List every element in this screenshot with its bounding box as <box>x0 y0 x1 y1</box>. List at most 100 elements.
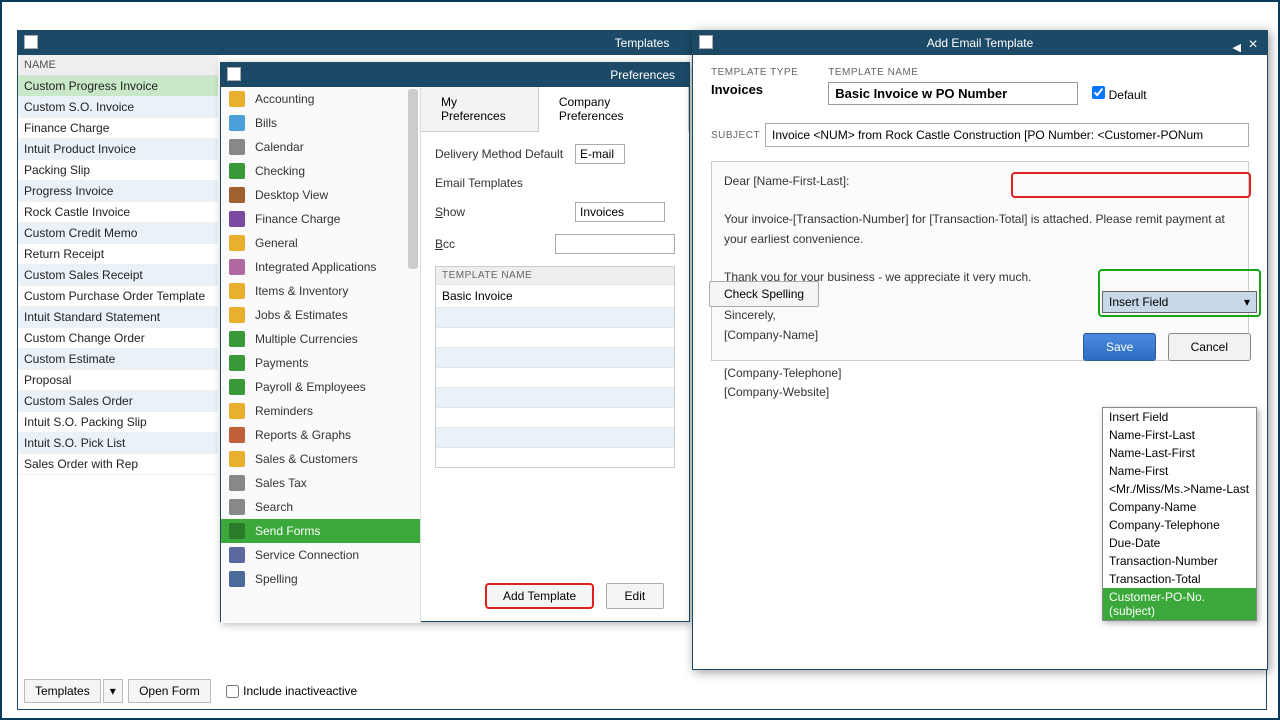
edit-button[interactable]: Edit <box>606 583 665 609</box>
default-checkbox-wrap[interactable]: Default <box>1092 86 1146 102</box>
add-template-button[interactable]: Add Template <box>485 583 594 609</box>
template-grid-row[interactable] <box>436 307 674 327</box>
calendar-icon <box>229 139 245 155</box>
sidebar-item-spelling[interactable]: Spelling <box>221 567 420 591</box>
delivery-method-select[interactable] <box>575 144 625 164</box>
sidebar-item-bills[interactable]: Bills <box>221 111 420 135</box>
sidebar-item-jobs-estimates[interactable]: Jobs & Estimates <box>221 303 420 327</box>
template-row[interactable]: Custom Sales Order <box>18 391 218 412</box>
sidebar-item-finance-charge[interactable]: Finance Charge <box>221 207 420 231</box>
bcc-label: Bcc <box>435 237 555 251</box>
sidebar-item-checking[interactable]: Checking <box>221 159 420 183</box>
templates-menu-caret[interactable]: ▾ <box>103 679 123 703</box>
template-row[interactable]: Proposal <box>18 370 218 391</box>
sidebar-item-accounting[interactable]: Accounting <box>221 87 420 111</box>
insert-field-combobox[interactable]: Insert Field ▾ <box>1102 291 1257 313</box>
sidebar-item-sales-tax[interactable]: Sales Tax <box>221 471 420 495</box>
template-grid-row[interactable] <box>436 387 674 407</box>
sidebar-item-sales-customers[interactable]: Sales & Customers <box>221 447 420 471</box>
template-grid-row[interactable] <box>436 427 674 447</box>
subject-input[interactable] <box>765 123 1249 147</box>
desktop-icon <box>229 187 245 203</box>
template-row[interactable]: Custom Change Order <box>18 328 218 349</box>
sidebar-item-items-inventory[interactable]: Items & Inventory <box>221 279 420 303</box>
bcc-input[interactable] <box>555 234 675 254</box>
sidebar-item-multiple-currencies[interactable]: Multiple Currencies <box>221 327 420 351</box>
template-grid-row[interactable] <box>436 447 674 467</box>
default-checkbox[interactable] <box>1092 86 1105 99</box>
template-row[interactable]: Custom S.O. Invoice <box>18 97 218 118</box>
dropdown-option[interactable]: Company-Name <box>1103 498 1256 516</box>
sidebar-item-general[interactable]: General <box>221 231 420 255</box>
show-select[interactable] <box>575 202 665 222</box>
insert-field-dropdown[interactable]: Insert Field Name-First-Last Name-Last-F… <box>1102 407 1257 621</box>
template-row[interactable]: Custom Progress Invoice <box>18 76 218 97</box>
save-button[interactable]: Save <box>1083 333 1156 361</box>
insert-field-label: Insert Field <box>1109 295 1168 309</box>
restore-icon[interactable] <box>24 35 38 49</box>
dropdown-option[interactable]: <Mr./Miss/Ms.>Name-Last <box>1103 480 1256 498</box>
email-body-textarea[interactable]: Dear [Name-First-Last]: Your invoice-[Tr… <box>711 161 1249 361</box>
template-row[interactable]: Custom Sales Receipt <box>18 265 218 286</box>
template-grid-row[interactable] <box>436 347 674 367</box>
template-row[interactable]: Return Receipt <box>18 244 218 265</box>
template-row[interactable]: Packing Slip <box>18 160 218 181</box>
scrollbar-thumb[interactable] <box>408 89 418 269</box>
template-row[interactable]: Intuit Standard Statement <box>18 307 218 328</box>
dropdown-option[interactable]: Transaction-Total <box>1103 570 1256 588</box>
dropdown-option[interactable]: Name-First <box>1103 462 1256 480</box>
sidebar-item-integrated-applications[interactable]: Integrated Applications <box>221 255 420 279</box>
add-email-template-window: Add Email Template ◀ × TEMPLATE TYPE Inv… <box>692 30 1268 670</box>
sidebar-item-service-connection[interactable]: Service Connection <box>221 543 420 567</box>
email-templates-label: Email Templates <box>435 176 575 190</box>
restore-icon[interactable] <box>699 35 713 49</box>
template-grid-row[interactable] <box>436 327 674 347</box>
close-icon[interactable]: × <box>1245 33 1261 57</box>
template-row[interactable]: Sales Order with Rep <box>18 454 218 475</box>
sidebar-item-reminders[interactable]: Reminders <box>221 399 420 423</box>
sidebar-item-reports-graphs[interactable]: Reports & Graphs <box>221 423 420 447</box>
template-row[interactable]: Intuit S.O. Packing Slip <box>18 412 218 433</box>
sidebar-item-desktop-view[interactable]: Desktop View <box>221 183 420 207</box>
cancel-button[interactable]: Cancel <box>1168 333 1251 361</box>
dropdown-option-selected[interactable]: Customer-PO-No. (subject) <box>1103 588 1256 620</box>
template-row[interactable]: Finance Charge <box>18 118 218 139</box>
tab-company-preferences[interactable]: Company Preferences <box>539 87 689 132</box>
dropdown-option[interactable]: Name-First-Last <box>1103 426 1256 444</box>
checking-icon <box>229 163 245 179</box>
sidebar-item-calendar[interactable]: Calendar <box>221 135 420 159</box>
preferences-sidebar: Accounting Bills Calendar Checking Deskt… <box>221 87 421 623</box>
template-row[interactable]: Custom Estimate <box>18 349 218 370</box>
template-grid-row[interactable] <box>436 407 674 427</box>
dropdown-option[interactable]: Company-Telephone <box>1103 516 1256 534</box>
template-grid-row[interactable]: Basic Invoice <box>436 284 674 307</box>
template-row[interactable]: Intuit S.O. Pick List <box>18 433 218 454</box>
template-row[interactable]: Custom Purchase Order Template <box>18 286 218 307</box>
sidebar-item-search[interactable]: Search <box>221 495 420 519</box>
templates-menu-button[interactable]: Templates <box>24 679 101 703</box>
restore-icon[interactable] <box>227 67 241 81</box>
template-type-value: Invoices <box>711 82 798 97</box>
email-titlebar: Add Email Template ◀ × <box>693 31 1267 55</box>
template-row[interactable]: Custom Credit Memo <box>18 223 218 244</box>
dropdown-option[interactable]: Insert Field <box>1103 408 1256 426</box>
template-name-input[interactable] <box>828 82 1078 105</box>
sidebar-item-payments[interactable]: Payments <box>221 351 420 375</box>
include-inactive[interactable]: Include inactiveactive <box>226 684 357 698</box>
template-grid-row[interactable] <box>436 367 674 387</box>
dropdown-option[interactable]: Due-Date <box>1103 534 1256 552</box>
include-inactive-checkbox[interactable] <box>226 685 239 698</box>
tab-my-preferences[interactable]: My Preferences <box>421 87 539 131</box>
dropdown-option[interactable]: Transaction-Number <box>1103 552 1256 570</box>
template-row[interactable]: Intuit Product Invoice <box>18 139 218 160</box>
templates-footer: Templates▾ Open Form Include inactiveact… <box>24 679 357 703</box>
template-name-label: TEMPLATE NAME <box>828 67 1249 78</box>
template-row[interactable]: Progress Invoice <box>18 181 218 202</box>
sidebar-item-payroll-employees[interactable]: Payroll & Employees <box>221 375 420 399</box>
open-form-button[interactable]: Open Form <box>128 679 211 703</box>
template-row[interactable]: Rock Castle Invoice <box>18 202 218 223</box>
delivery-method-label: Delivery Method Default <box>435 147 575 161</box>
dropdown-option[interactable]: Name-Last-First <box>1103 444 1256 462</box>
sidebar-item-send-forms[interactable]: Send Forms <box>221 519 420 543</box>
check-spelling-button[interactable]: Check Spelling <box>709 281 819 307</box>
